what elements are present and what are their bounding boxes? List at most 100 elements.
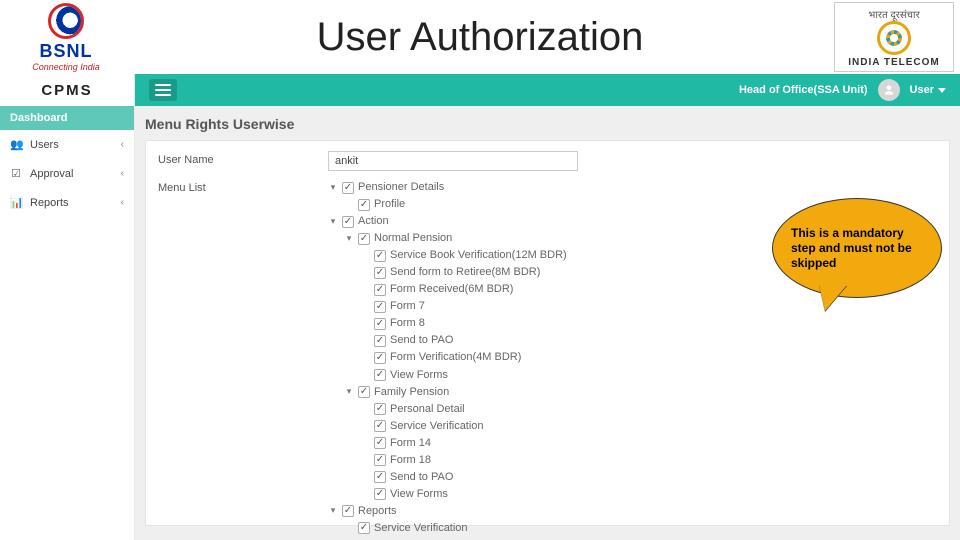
menulist-label: Menu List — [158, 179, 318, 194]
tree-checkbox[interactable] — [374, 267, 386, 279]
tree-node: ▾Family PensionPersonal DetailService Ve… — [344, 384, 567, 503]
tree-checkbox[interactable] — [358, 522, 370, 534]
tree-checkbox[interactable] — [374, 403, 386, 415]
tree-label: Pensioner Details — [358, 179, 444, 196]
tree-checkbox[interactable] — [342, 182, 354, 194]
tree-checkbox[interactable] — [342, 216, 354, 228]
app-frame: CPMS Head of Office(SSA Unit) User Dashb… — [0, 74, 960, 540]
slide-header: BSNL Connecting India User Authorization… — [0, 0, 960, 74]
callout-text: This is a mandatory step and must not be… — [791, 226, 923, 271]
tree-label: View Forms — [390, 367, 448, 384]
tree-label: View Forms — [390, 486, 448, 503]
sidebar-item-label: Approval — [30, 168, 73, 180]
tree-label: Form 14 — [390, 435, 431, 452]
tree-label: Action — [358, 213, 389, 230]
tree-node: Form 14 — [360, 435, 567, 452]
tree-label: Form 18 — [390, 452, 431, 469]
sidebar-item-label: Users — [30, 139, 59, 151]
tree-checkbox[interactable] — [374, 301, 386, 313]
approval-icon: ☑ — [10, 167, 22, 180]
tree-node: View Forms — [360, 486, 567, 503]
tree-node: Send form to Retiree(8M BDR) — [360, 264, 567, 281]
tree-checkbox[interactable] — [374, 437, 386, 449]
tree-label: Send to PAO — [390, 332, 453, 349]
tree-label: Service Verification — [390, 418, 484, 435]
tree-toggle-icon[interactable]: ▾ — [344, 232, 354, 246]
role-label: Head of Office(SSA Unit) — [739, 84, 868, 96]
tree-node: Form Verification(4M BDR) — [360, 349, 567, 366]
username-input[interactable] — [328, 151, 578, 171]
tree-toggle-icon[interactable]: ▾ — [328, 504, 338, 518]
tree-checkbox[interactable] — [342, 505, 354, 517]
tree-label: Service Book Verification(12M BDR) — [390, 247, 567, 264]
dot-name: INDIA TELECOM — [848, 57, 940, 68]
tree-label: Form 8 — [390, 315, 425, 332]
tree-toggle-icon[interactable]: ▾ — [328, 215, 338, 229]
tree-label: Profile — [374, 196, 405, 213]
slide-title: User Authorization — [317, 15, 644, 60]
tree-checkbox[interactable] — [374, 352, 386, 364]
tree-node: Send to PAO — [360, 469, 567, 486]
chevron-right-icon: ‹ — [121, 197, 124, 208]
tree-node: Profile — [344, 196, 567, 213]
tree-node: Form Received(6M BDR) — [360, 281, 567, 298]
tree-checkbox[interactable] — [374, 318, 386, 330]
tree-label: Family Pension — [374, 384, 449, 401]
tree-checkbox[interactable] — [358, 199, 370, 211]
bsnl-tagline: Connecting India — [32, 62, 100, 72]
sidebar-item-users[interactable]: 👥 Users ‹ — [0, 130, 134, 159]
tree-toggle-icon[interactable]: ▾ — [344, 385, 354, 399]
tree-node: ▾ReportsService VerificationPendency at … — [328, 503, 567, 540]
tree-node: Send to PAO — [360, 332, 567, 349]
tree-label: Form Verification(4M BDR) — [390, 349, 521, 366]
sidebar-item-approval[interactable]: ☑ Approval ‹ — [0, 159, 134, 188]
tree-node: Service Verification — [344, 520, 567, 537]
dot-hindi: भारत दूरसंचार — [868, 7, 919, 21]
avatar-icon — [878, 79, 900, 101]
tree-label: Form Received(6M BDR) — [390, 281, 513, 298]
tree-label: Service Verification — [374, 520, 468, 537]
reports-icon: 📊 — [10, 196, 22, 209]
sidebar-item-reports[interactable]: 📊Reports‹ — [0, 188, 134, 217]
tree-label: Send form to Retiree(8M BDR) — [390, 264, 540, 281]
sidebar: Dashboard 👥Users‹☑Approval‹📊Reports‹ — [0, 106, 135, 540]
hamburger-icon[interactable] — [149, 79, 177, 101]
callout-tail — [819, 285, 847, 311]
tree-checkbox[interactable] — [374, 488, 386, 500]
tree-node: View Forms — [360, 367, 567, 384]
tree-node: ▾ Pensioner DetailsProfile — [328, 179, 567, 213]
chevron-right-icon: ‹ — [121, 139, 124, 150]
chevron-down-icon — [938, 88, 946, 93]
topbar: Head of Office(SSA Unit) User — [135, 74, 960, 106]
tree-label: Form 7 — [390, 298, 425, 315]
tree-checkbox[interactable] — [374, 284, 386, 296]
tree-checkbox[interactable] — [358, 233, 370, 245]
tree-toggle-icon[interactable]: ▾ — [328, 181, 338, 195]
sidebar-header[interactable]: Dashboard — [0, 106, 134, 130]
chevron-right-icon: ‹ — [121, 168, 124, 179]
dot-logo: भारत दूरसंचार INDIA TELECOM — [834, 2, 954, 72]
tree-node: ▾ Action ▾ Normal PensionService Book Verif… — [328, 213, 567, 503]
users-icon: 👥 — [10, 138, 22, 151]
tree-checkbox[interactable] — [358, 386, 370, 398]
page-heading: Menu Rights Userwise — [145, 116, 950, 132]
tree-node: Service Book Verification(12M BDR) — [360, 247, 567, 264]
tree-checkbox[interactable] — [374, 471, 386, 483]
tree-checkbox[interactable] — [374, 369, 386, 381]
user-menu-label: User — [910, 84, 934, 96]
tree-node: Form 7 — [360, 298, 567, 315]
tree-label: Normal Pension — [374, 230, 452, 247]
user-menu[interactable]: User — [910, 84, 946, 96]
content-area: Menu Rights Userwise User Name Menu List… — [135, 106, 960, 540]
tree-checkbox[interactable] — [374, 420, 386, 432]
tree-node: Service Verification — [360, 418, 567, 435]
tree-node: Form 8 — [360, 315, 567, 332]
dot-logo-mark — [877, 21, 911, 55]
bsnl-logo-text: BSNL — [40, 41, 93, 62]
username-label: User Name — [158, 151, 318, 166]
tree-checkbox[interactable] — [374, 454, 386, 466]
tree-checkbox[interactable] — [374, 335, 386, 347]
tree-label: Reports — [358, 503, 397, 520]
bsnl-logo-mark — [48, 3, 84, 39]
tree-checkbox[interactable] — [374, 250, 386, 262]
